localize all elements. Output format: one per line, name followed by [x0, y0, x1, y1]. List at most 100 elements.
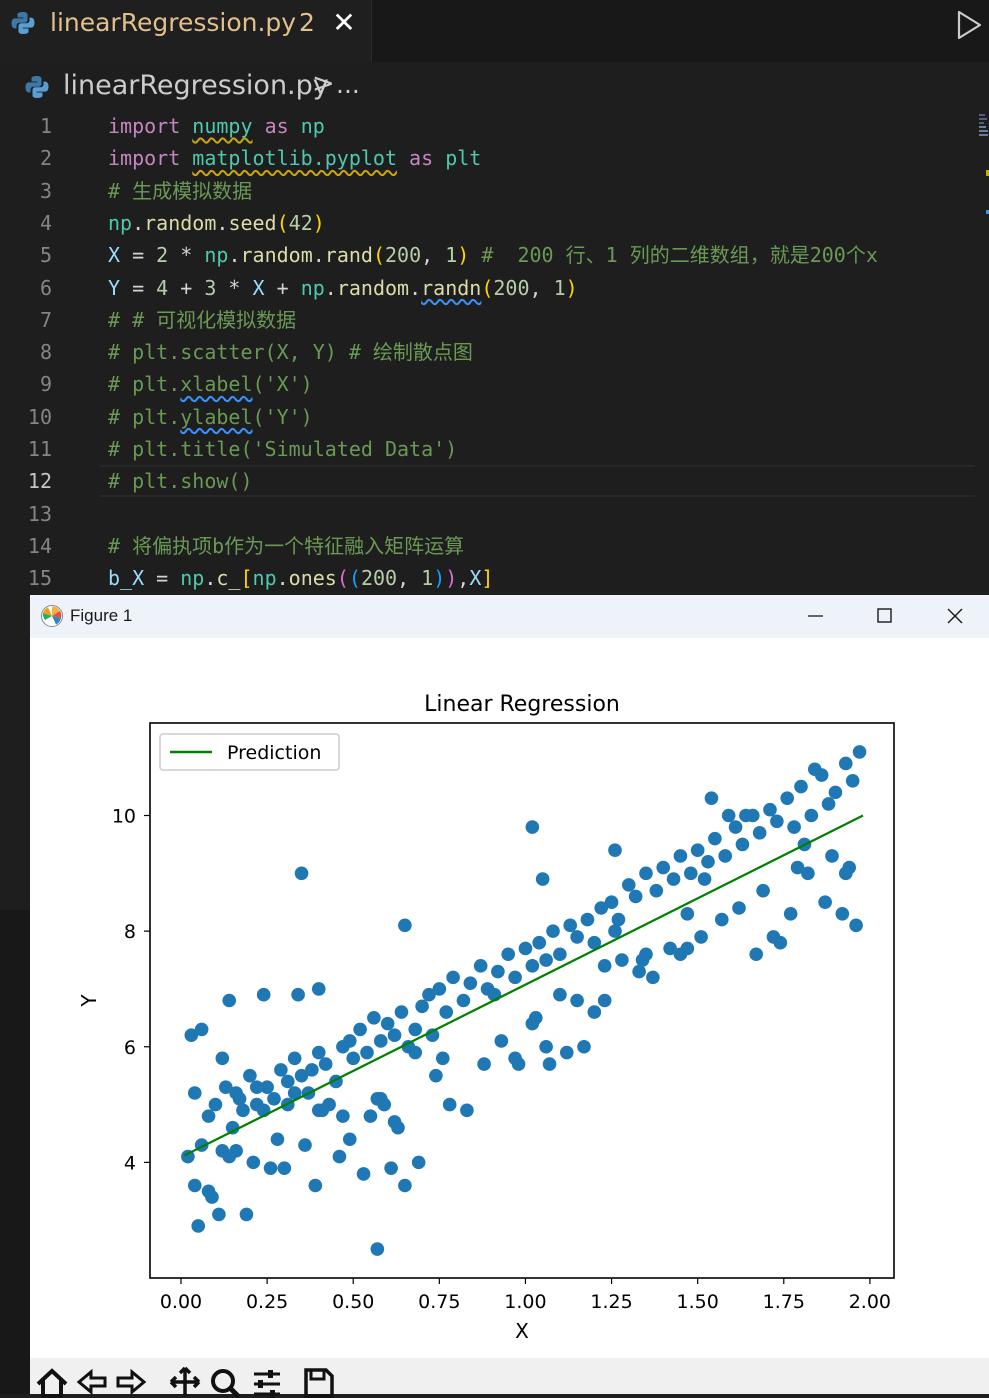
code-token: import — [108, 114, 181, 138]
code-line[interactable]: 3 # 生成模拟数据 — [0, 175, 975, 207]
code-token: , — [421, 243, 446, 268]
figure-window: Figure 1 Linear Regression 0.00 0.25 0.50 0.… — [30, 595, 989, 1398]
chart[interactable]: Linear Regression 0.00 0.25 0.50 0.75 1.00 1.2… — [30, 638, 989, 1358]
figure-toolbar — [30, 1358, 989, 1398]
data-point — [222, 993, 237, 1008]
breadcrumb-symbols[interactable]: ... — [336, 70, 360, 99]
matplotlib-logo-icon — [41, 605, 63, 627]
y-tick-label: 8 — [124, 921, 136, 943]
code-line[interactable]: 7 # # 可视化模拟数据 — [0, 304, 975, 336]
code-line[interactable]: 8 # plt.scatter(X, Y) # 绘制散点图 — [0, 336, 975, 368]
back-icon[interactable] — [75, 1366, 109, 1398]
chart-title: Linear Regression — [424, 692, 620, 717]
code-token: 200 — [385, 243, 422, 268]
code-line[interactable]: 13 — [0, 498, 975, 530]
code-token: ( — [372, 243, 385, 268]
close-button[interactable] — [920, 595, 989, 638]
code-line[interactable]: 12 # plt.show() — [0, 465, 975, 498]
data-point — [553, 947, 567, 962]
maximize-button[interactable] — [850, 595, 920, 638]
data-point — [287, 1051, 302, 1066]
data-point — [773, 935, 788, 950]
code-token: 4 — [156, 275, 169, 300]
code-line[interactable]: 5X = 2 * np.random.rand(200, 1) # 200 行、… — [0, 239, 975, 271]
data-point — [749, 947, 764, 962]
python-file-icon — [25, 76, 49, 98]
data-point — [756, 883, 770, 898]
code-text: # plt.xlabel('X') — [108, 368, 313, 400]
data-point — [239, 1207, 254, 1222]
code-token: = — [120, 243, 157, 268]
code-text: # plt.scatter(X, Y) # 绘制散点图 — [108, 336, 473, 368]
tab-close-icon[interactable]: ✕ — [330, 8, 358, 38]
code-line[interactable]: 10 # plt.ylabel('Y') — [0, 401, 975, 433]
line-number: 7 — [39, 307, 52, 332]
line-number: 12 — [27, 469, 52, 494]
minimap[interactable] — [978, 110, 989, 260]
code-line[interactable]: 11 # plt.title('Simulated Data') — [0, 433, 975, 465]
line-number: 13 — [27, 501, 52, 526]
data-point — [336, 1109, 350, 1123]
code-line[interactable]: 6Y = 4 + 3 * X + np.random.randn(200, 1) — [0, 272, 975, 304]
configure-icon[interactable] — [250, 1366, 284, 1398]
data-point — [718, 849, 733, 863]
code-token: ('X') — [252, 372, 313, 397]
code-token: random — [240, 243, 313, 268]
data-point — [597, 959, 612, 973]
code-token: # 将偏执项b作为一个特征融入矩阵运算 — [108, 533, 465, 558]
close-icon — [947, 608, 963, 624]
data-point — [212, 1207, 226, 1222]
problems-badge: 2 — [299, 8, 315, 37]
code-token: import — [108, 146, 181, 171]
code-editor[interactable]: 1 import numpy as np 2 import matplotlib.py… — [0, 110, 989, 590]
code-line[interactable]: 9 # plt.xlabel('X') — [0, 368, 975, 400]
data-point — [587, 1005, 602, 1019]
data-point — [291, 987, 305, 1002]
legend-label: Prediction — [227, 742, 321, 764]
data-point — [649, 883, 664, 898]
code-token: [ — [240, 566, 253, 591]
code-token: 200 — [493, 275, 530, 300]
code-text: X = 2 * np.random.rand(200, 1) # 200 行、1… — [108, 239, 878, 271]
code-token: . — [132, 210, 145, 235]
code-line[interactable]: 14 # 将偏执项b作为一个特征融入矩阵运算 — [0, 530, 975, 562]
code-token: randn — [421, 275, 482, 300]
data-point — [728, 820, 743, 834]
code-token: # plt.show() — [108, 469, 253, 494]
code-token: xlabel — [180, 372, 253, 397]
data-point — [680, 906, 695, 921]
data-point — [835, 906, 850, 921]
data-point — [804, 808, 819, 823]
forward-icon[interactable] — [114, 1366, 148, 1398]
save-icon[interactable] — [302, 1366, 336, 1398]
data-point — [794, 779, 808, 794]
data-point — [680, 941, 695, 956]
line-number: 6 — [39, 275, 52, 300]
pan-icon[interactable] — [168, 1366, 202, 1398]
code-line[interactable]: 1 import numpy as np — [0, 110, 975, 142]
breadcrumb-separator: > — [312, 68, 335, 99]
data-point — [525, 959, 540, 973]
line-number: 3 — [39, 178, 52, 203]
line-number: 11 — [27, 437, 52, 461]
x-axis-label: X — [515, 1319, 529, 1343]
data-point — [311, 982, 326, 996]
code-token: 200 — [360, 566, 398, 591]
code-line[interactable]: 4 np.random.seed(42) — [0, 207, 975, 239]
minimize-button[interactable] — [780, 595, 850, 638]
code-token: + — [264, 275, 301, 300]
editor-tab-bar: linearRegression.py 2 ✕ — [0, 0, 989, 62]
line-number: 1 — [39, 114, 52, 138]
breadcrumb-file[interactable]: linearRegression.py — [63, 70, 329, 101]
code-token: np — [300, 275, 325, 300]
code-token: numpy — [192, 114, 253, 138]
code-line[interactable]: 15 b_X = np.c_[np.ones((200, 1)),X] — [0, 562, 975, 594]
data-point — [849, 918, 863, 933]
code-line[interactable]: 2 import matplotlib.pyplot as plt — [0, 142, 975, 174]
home-icon[interactable] — [35, 1366, 69, 1398]
zoom-icon[interactable] — [208, 1366, 242, 1398]
code-token: rand — [324, 243, 373, 268]
tab-linear-regression[interactable]: linearRegression.py 2 ✕ — [0, 0, 372, 62]
run-icon[interactable] — [954, 8, 984, 42]
